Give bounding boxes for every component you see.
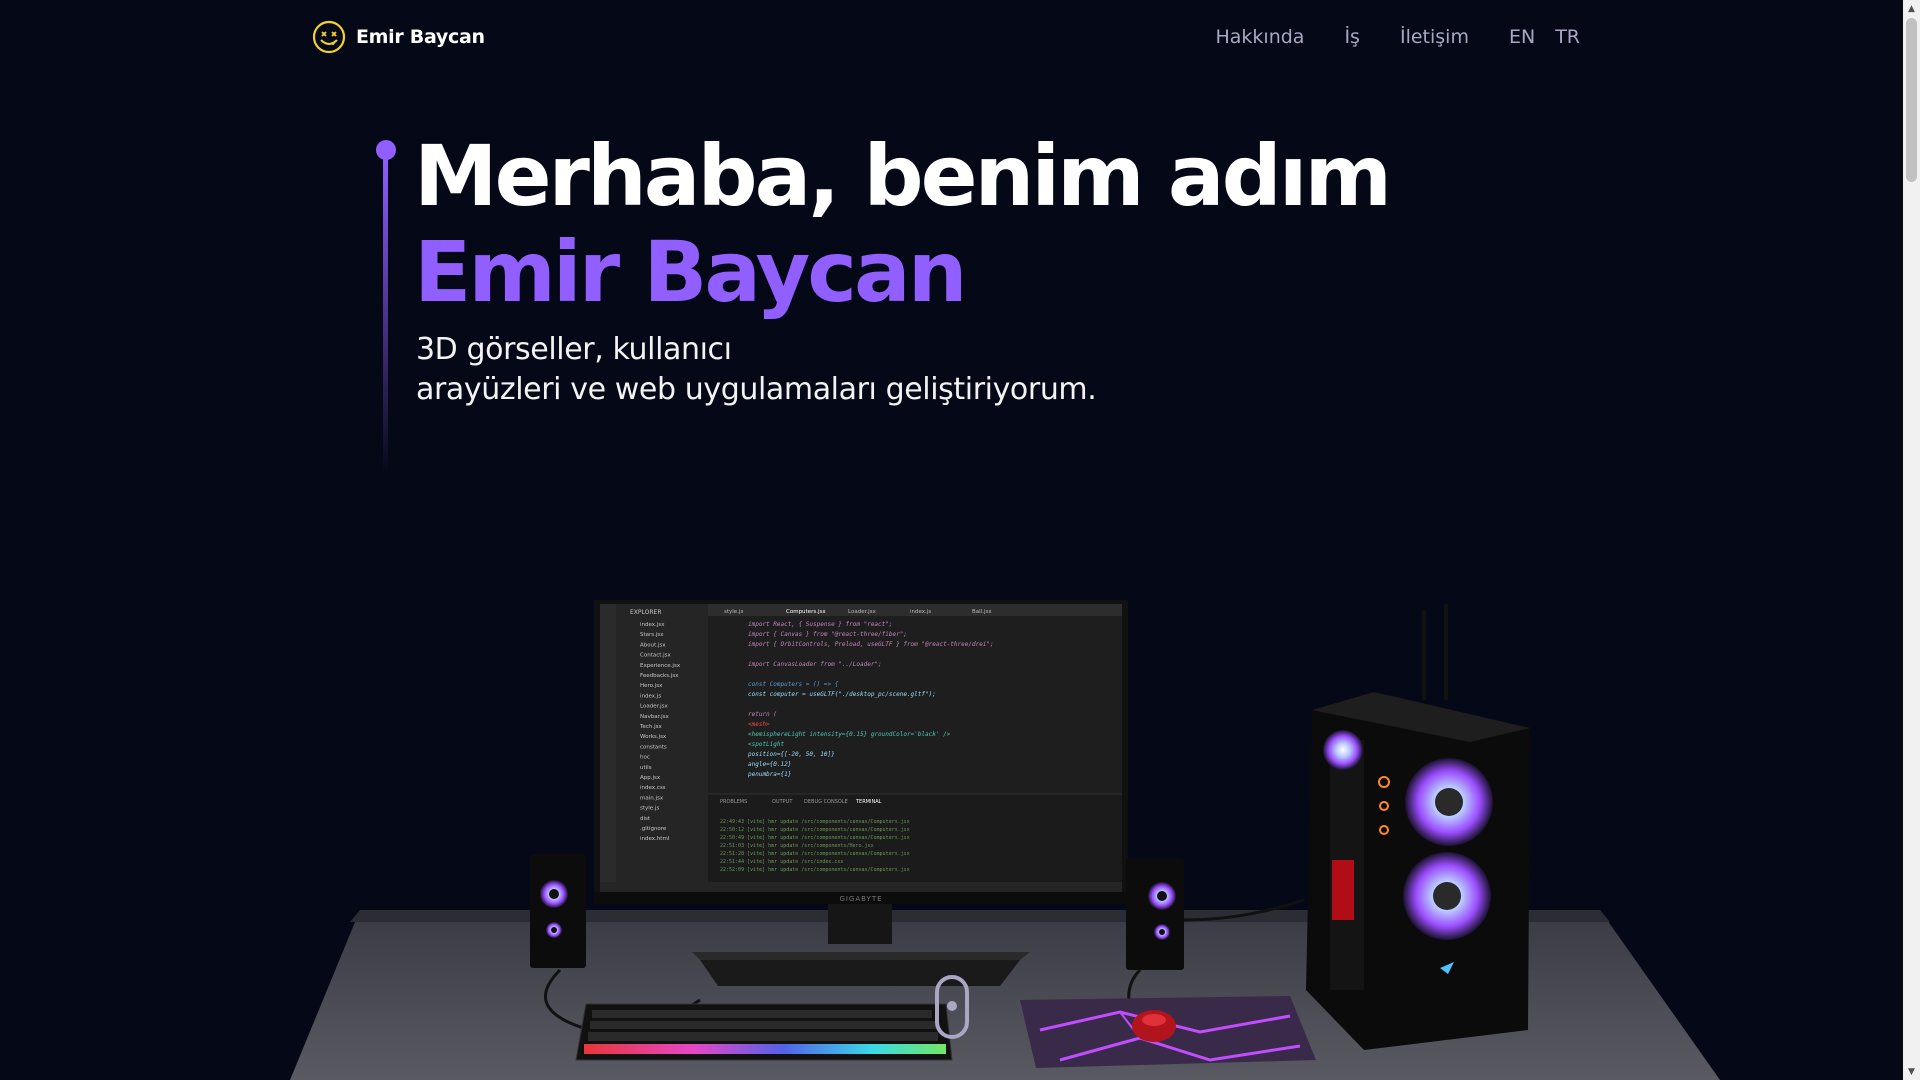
explorer-file-item: Stars.jsx (640, 632, 664, 638)
code-line: <hemisphereLight intensity={0.15} ground… (748, 731, 951, 738)
explorer-file-item: About.jsx (640, 642, 666, 648)
code-line: import CanvasLoader from "../Loader"; (748, 661, 882, 668)
nav-links: Hakkında İş İletişim EN TR (1175, 26, 1580, 48)
code-line: angle={0.12} (748, 761, 791, 768)
svg-text:22:51:44 [vite] hmr update /sr: 22:51:44 [vite] hmr update /src/index.cs… (720, 859, 843, 865)
svg-text:22:51:28 [vite] hmr update /sr: 22:51:28 [vite] hmr update /src/componen… (720, 851, 910, 857)
code-line: position={[-20, 50, 10]} (748, 751, 835, 758)
editor-tab: index.js (910, 609, 931, 615)
svg-text:22:51:03 [vite] hmr update /sr: 22:51:03 [vite] hmr update /src/componen… (720, 843, 874, 849)
code-line: import { OrbitControls, Preload, useGLTF… (748, 641, 994, 648)
svg-text:22:50:12 [vite] hmr update /sr: 22:50:12 [vite] hmr update /src/componen… (720, 827, 910, 833)
left-speaker (530, 854, 586, 968)
navbar: Emir Baycan Hakkında İş İletişim EN TR (0, 0, 1903, 78)
svg-text:22:50:49 [vite] hmr update /sr: 22:50:49 [vite] hmr update /src/componen… (720, 835, 910, 841)
editor-tab: Ball.jsx (972, 609, 992, 615)
code-line: import React, { Suspense } from "react"; (748, 621, 893, 628)
nav-link-work[interactable]: İş (1344, 26, 1360, 48)
explorer-file-item: Loader.jsx (640, 704, 668, 710)
panel-tab: DEBUG CONSOLE (804, 799, 848, 805)
panel-tab: PROBLEMS (720, 799, 747, 805)
scrollbar-thumb[interactable] (1906, 18, 1917, 182)
editor-tab: Computers.jsx (786, 609, 826, 615)
explorer-file-item: Works.jsx (640, 734, 667, 740)
code-line: const Computers = () => { (748, 681, 839, 688)
panel-tab: TERMINAL (855, 799, 882, 805)
hero-greeting: Merhaba, benim adım (414, 127, 1392, 225)
svg-text:22:52:09 [vite] hmr update /sr: 22:52:09 [vite] hmr update /src/componen… (720, 867, 910, 873)
explorer-file-item: index.js (640, 693, 661, 699)
panel-tab: OUTPUT (772, 799, 793, 805)
right-speaker (1126, 858, 1184, 970)
code-line: penumbra={1} (748, 771, 791, 778)
nav-link-contact[interactable]: İletişim (1400, 26, 1469, 48)
lang-tr-button[interactable]: TR (1555, 26, 1580, 48)
explorer-file-item: constants (640, 744, 667, 750)
monitor-stand-base (700, 960, 1020, 986)
explorer-file-item: style.js (640, 806, 659, 812)
hero-subtitle-line2: arayüzleri ve web uygulamaları geliştiri… (416, 372, 1097, 407)
hero-accent-bar (383, 156, 388, 476)
explorer-file-item: App.jsx (640, 775, 661, 781)
hero-title: Merhaba, benim adım Emir Baycan (414, 127, 1392, 321)
lang-en-button[interactable]: EN (1509, 26, 1535, 48)
smiley-logo-icon (312, 20, 346, 54)
explorer-file-item: Tech.jsx (639, 724, 662, 730)
explorer-file-item: index.html (640, 836, 670, 842)
explorer-file-item: index.jsx (640, 622, 665, 628)
explorer-file-item: Navbar.jsx (640, 714, 669, 720)
code-line: return ( (748, 711, 777, 718)
pc-tower (1306, 604, 1530, 1050)
page-scrollbar[interactable]: ▲ ▼ (1903, 0, 1920, 1080)
explorer-file-item: Contact.jsx (640, 653, 672, 659)
scroll-indicator-ball (947, 1001, 957, 1011)
logo-text: Emir Baycan (356, 26, 485, 48)
explorer-file-item: dist (640, 816, 651, 822)
rgb-keyboard (575, 1003, 953, 1061)
scroll-down-arrow-icon[interactable]: ▼ (1903, 1063, 1920, 1080)
svg-text:GIGABYTE: GIGABYTE (839, 895, 882, 903)
editor-tab: style.js (724, 609, 743, 615)
explorer-file-item: Feedbacks.jsx (640, 673, 679, 679)
explorer-file-item: main.jsx (640, 795, 664, 801)
code-line: <spotLight (748, 741, 785, 748)
nav-link-about[interactable]: Hakkında (1215, 26, 1304, 48)
code-line: import { Canvas } from "@react-three/fib… (748, 631, 907, 638)
monitor-stand-neck (828, 904, 892, 944)
hero-subtitle-line1: 3D görseller, kullanıcı (416, 332, 732, 367)
svg-text:22:49:43 [vite] hmr update /sr: 22:49:43 [vite] hmr update /src/componen… (720, 819, 910, 825)
code-line: <mesh> (748, 721, 770, 728)
scroll-up-arrow-icon[interactable]: ▲ (1903, 0, 1920, 17)
hero-subtitle: 3D görseller, kullanıcı arayüzleri ve we… (416, 330, 1097, 410)
svg-text:EXPLORER: EXPLORER (630, 609, 662, 616)
editor-tab: Loader.jsx (848, 609, 876, 615)
explorer-file-item: Hero.jsx (640, 683, 663, 689)
hero-name: Emir Baycan (414, 223, 968, 321)
explorer-file-item: Experience.jsx (640, 663, 681, 669)
explorer-file-item: utils (640, 765, 652, 771)
explorer-file-item: index.css (640, 785, 666, 791)
scroll-down-indicator[interactable] (935, 975, 969, 1039)
explorer-file-item: hoc (640, 755, 650, 761)
logo-link[interactable]: Emir Baycan (312, 20, 485, 54)
explorer-file-item: .gitignore (640, 826, 667, 832)
code-line: const computer = useGLTF("./desktop_pc/s… (748, 691, 936, 698)
